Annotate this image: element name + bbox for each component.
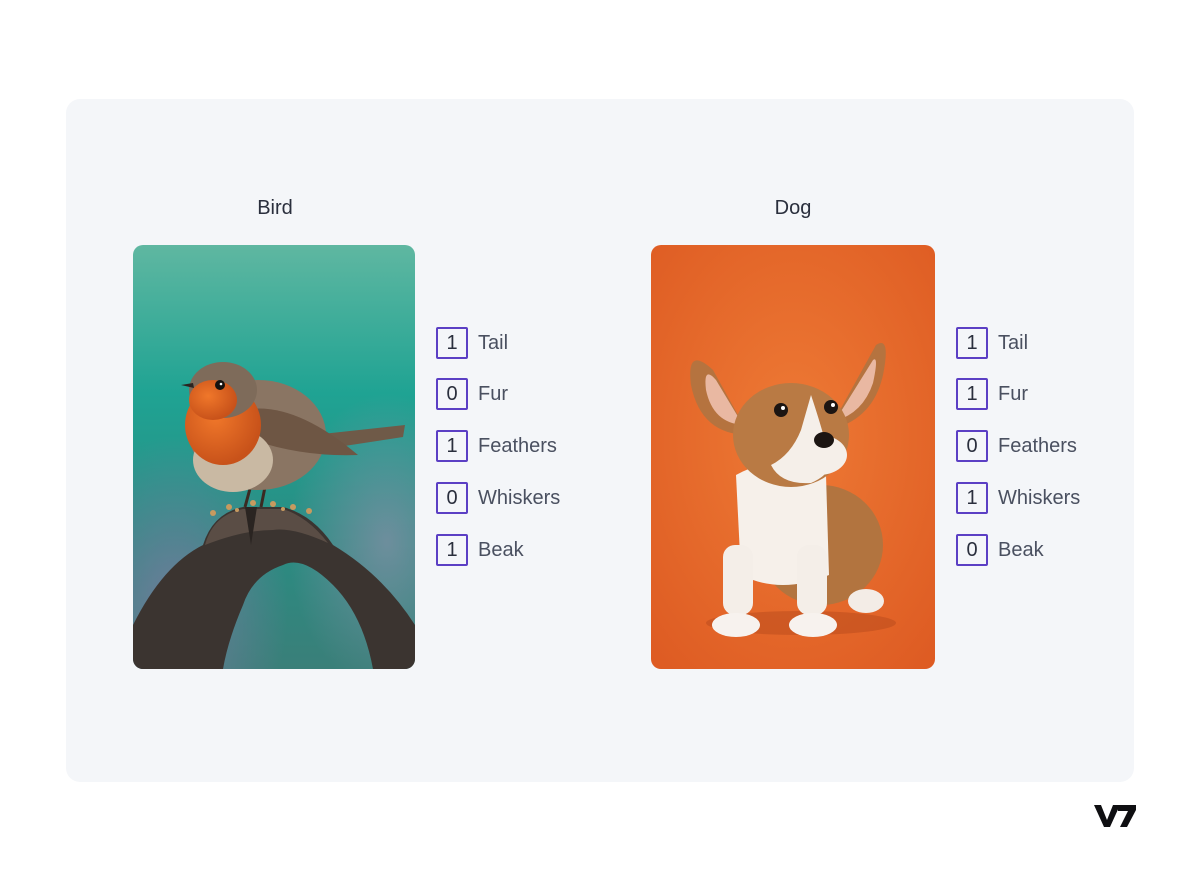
feature-row: 0 Feathers — [956, 430, 1077, 462]
feature-value-box: 1 — [956, 378, 988, 410]
feature-row: 1 Fur — [956, 378, 1028, 410]
feature-value-box: 1 — [436, 534, 468, 566]
feature-label: Whiskers — [998, 486, 1081, 509]
feature-value-box: 0 — [436, 482, 468, 514]
feature-label: Beak — [478, 538, 524, 561]
feature-value-box: 1 — [436, 430, 468, 462]
feature-label: Whiskers — [478, 486, 561, 509]
feature-value-box: 1 — [956, 327, 988, 359]
feature-label: Fur — [998, 382, 1028, 405]
feature-value-box: 0 — [436, 378, 468, 410]
feature-value-box: 0 — [956, 430, 988, 462]
feature-label: Tail — [998, 331, 1029, 354]
feature-row: 1 Tail — [956, 327, 1028, 359]
v7-logo — [1094, 803, 1136, 829]
bird-title: Bird — [257, 197, 293, 219]
feature-label: Feathers — [478, 434, 557, 457]
feature-row: 0 Beak — [956, 534, 1044, 566]
feature-row: 1 Tail — [436, 327, 508, 359]
feature-value-box: 1 — [436, 327, 468, 359]
feature-value-box: 1 — [956, 482, 988, 514]
feature-label: Tail — [478, 331, 509, 354]
feature-value-box: 0 — [956, 534, 988, 566]
feature-row: 1 Beak — [436, 534, 524, 566]
feature-row: 1 Feathers — [436, 430, 557, 462]
dog-image — [651, 245, 935, 669]
feature-row: 1 Whiskers — [956, 482, 1080, 514]
dog-title: Dog — [774, 197, 812, 219]
bird-image — [133, 245, 415, 669]
feature-label: Fur — [478, 382, 508, 405]
feature-label: Feathers — [998, 434, 1077, 457]
feature-label: Beak — [998, 538, 1044, 561]
feature-row: 0 Fur — [436, 378, 508, 410]
feature-row: 0 Whiskers — [436, 482, 560, 514]
